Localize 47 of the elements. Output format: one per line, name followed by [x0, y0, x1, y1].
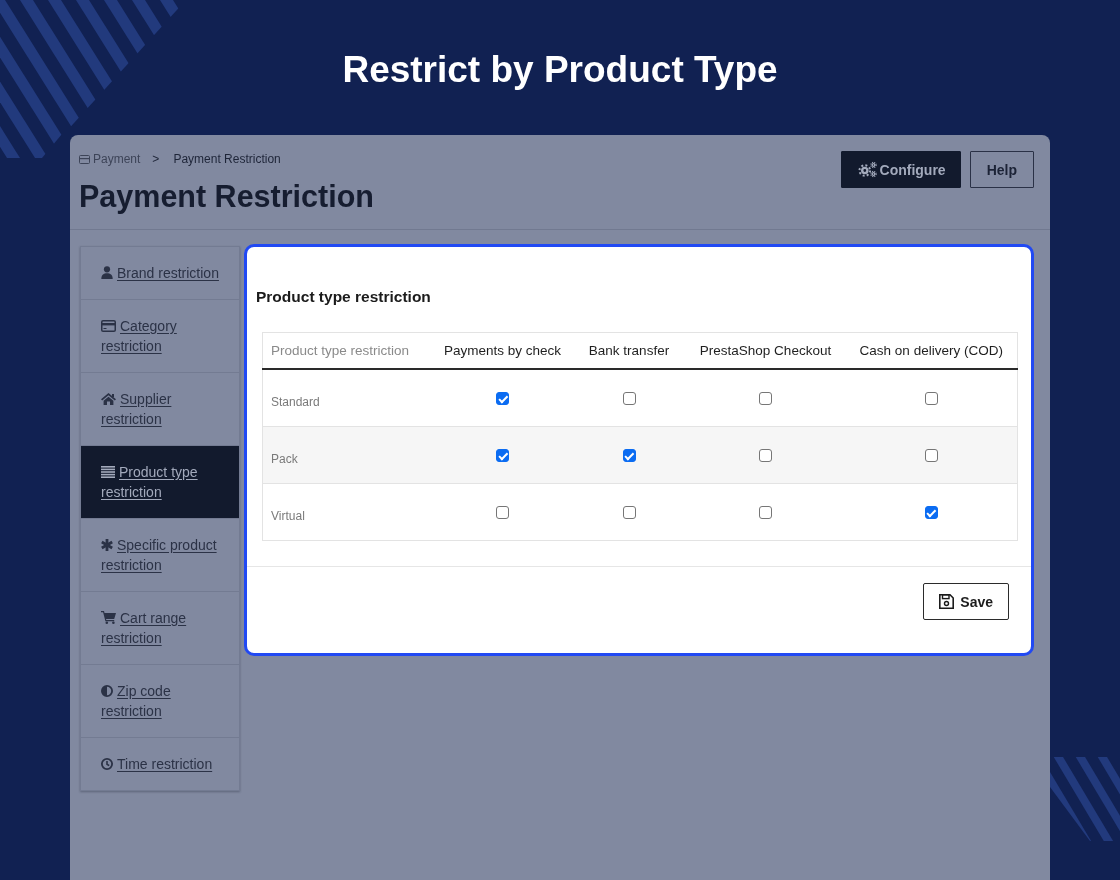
half-circle-icon [101, 685, 113, 697]
row-label: Standard [262, 369, 433, 427]
checkbox[interactable] [759, 449, 772, 463]
checkbox[interactable] [924, 392, 938, 406]
configure-button[interactable]: Configure [840, 151, 961, 188]
breadcrumb-current: Payment Restriction [173, 152, 281, 166]
column-header: Bank transfer [572, 332, 686, 369]
checkbox[interactable] [622, 449, 636, 463]
row-label: Virtual [262, 483, 433, 541]
page-title: Payment Restriction [79, 179, 374, 213]
credit-card-icon [79, 154, 90, 164]
breadcrumb-link[interactable]: Payment [79, 152, 141, 166]
asterisk-icon [101, 539, 113, 551]
checkbox[interactable] [496, 506, 509, 520]
checkbox[interactable] [622, 506, 636, 520]
credit-card-icon [101, 320, 116, 332]
gears-icon [857, 161, 877, 178]
column-header: Product type restriction [262, 332, 433, 369]
checkbox[interactable] [622, 392, 636, 406]
banner-title: Restrict by Product Type [342, 48, 778, 92]
sidebar-item[interactable]: Time restriction [81, 738, 239, 790]
save-icon [939, 594, 955, 609]
checkbox[interactable] [496, 449, 509, 463]
column-header: Payments by check [432, 332, 573, 369]
card-title: Product type restriction [255, 287, 432, 307]
sidebar-item[interactable]: Zip code restriction [81, 665, 239, 738]
breadcrumb-separator: > [151, 152, 161, 166]
checkbox[interactable] [759, 506, 772, 520]
user-icon [101, 266, 113, 279]
column-header: PrestaShop Checkout [685, 332, 846, 369]
clock-icon [101, 758, 113, 770]
checkbox[interactable] [924, 506, 938, 520]
column-header: Cash on delivery (COD) [845, 332, 1018, 369]
checkbox[interactable] [924, 449, 938, 463]
list-icon [101, 466, 115, 478]
checkbox[interactable] [759, 392, 772, 406]
save-button[interactable]: Save [923, 583, 1009, 620]
cart-icon [101, 611, 116, 624]
help-button[interactable]: Help [969, 151, 1034, 188]
house-icon [101, 393, 116, 405]
sidebar-item[interactable]: Product type restriction [81, 446, 239, 519]
sidebar-item[interactable]: Specific product restriction [81, 519, 239, 592]
row-label: Pack [262, 426, 433, 484]
sidebar-item[interactable]: Brand restriction [81, 247, 239, 300]
checkbox[interactable] [496, 392, 509, 406]
sidebar-item[interactable]: Cart range restriction [81, 592, 239, 665]
sidebar-item[interactable]: Category restriction [81, 300, 239, 373]
